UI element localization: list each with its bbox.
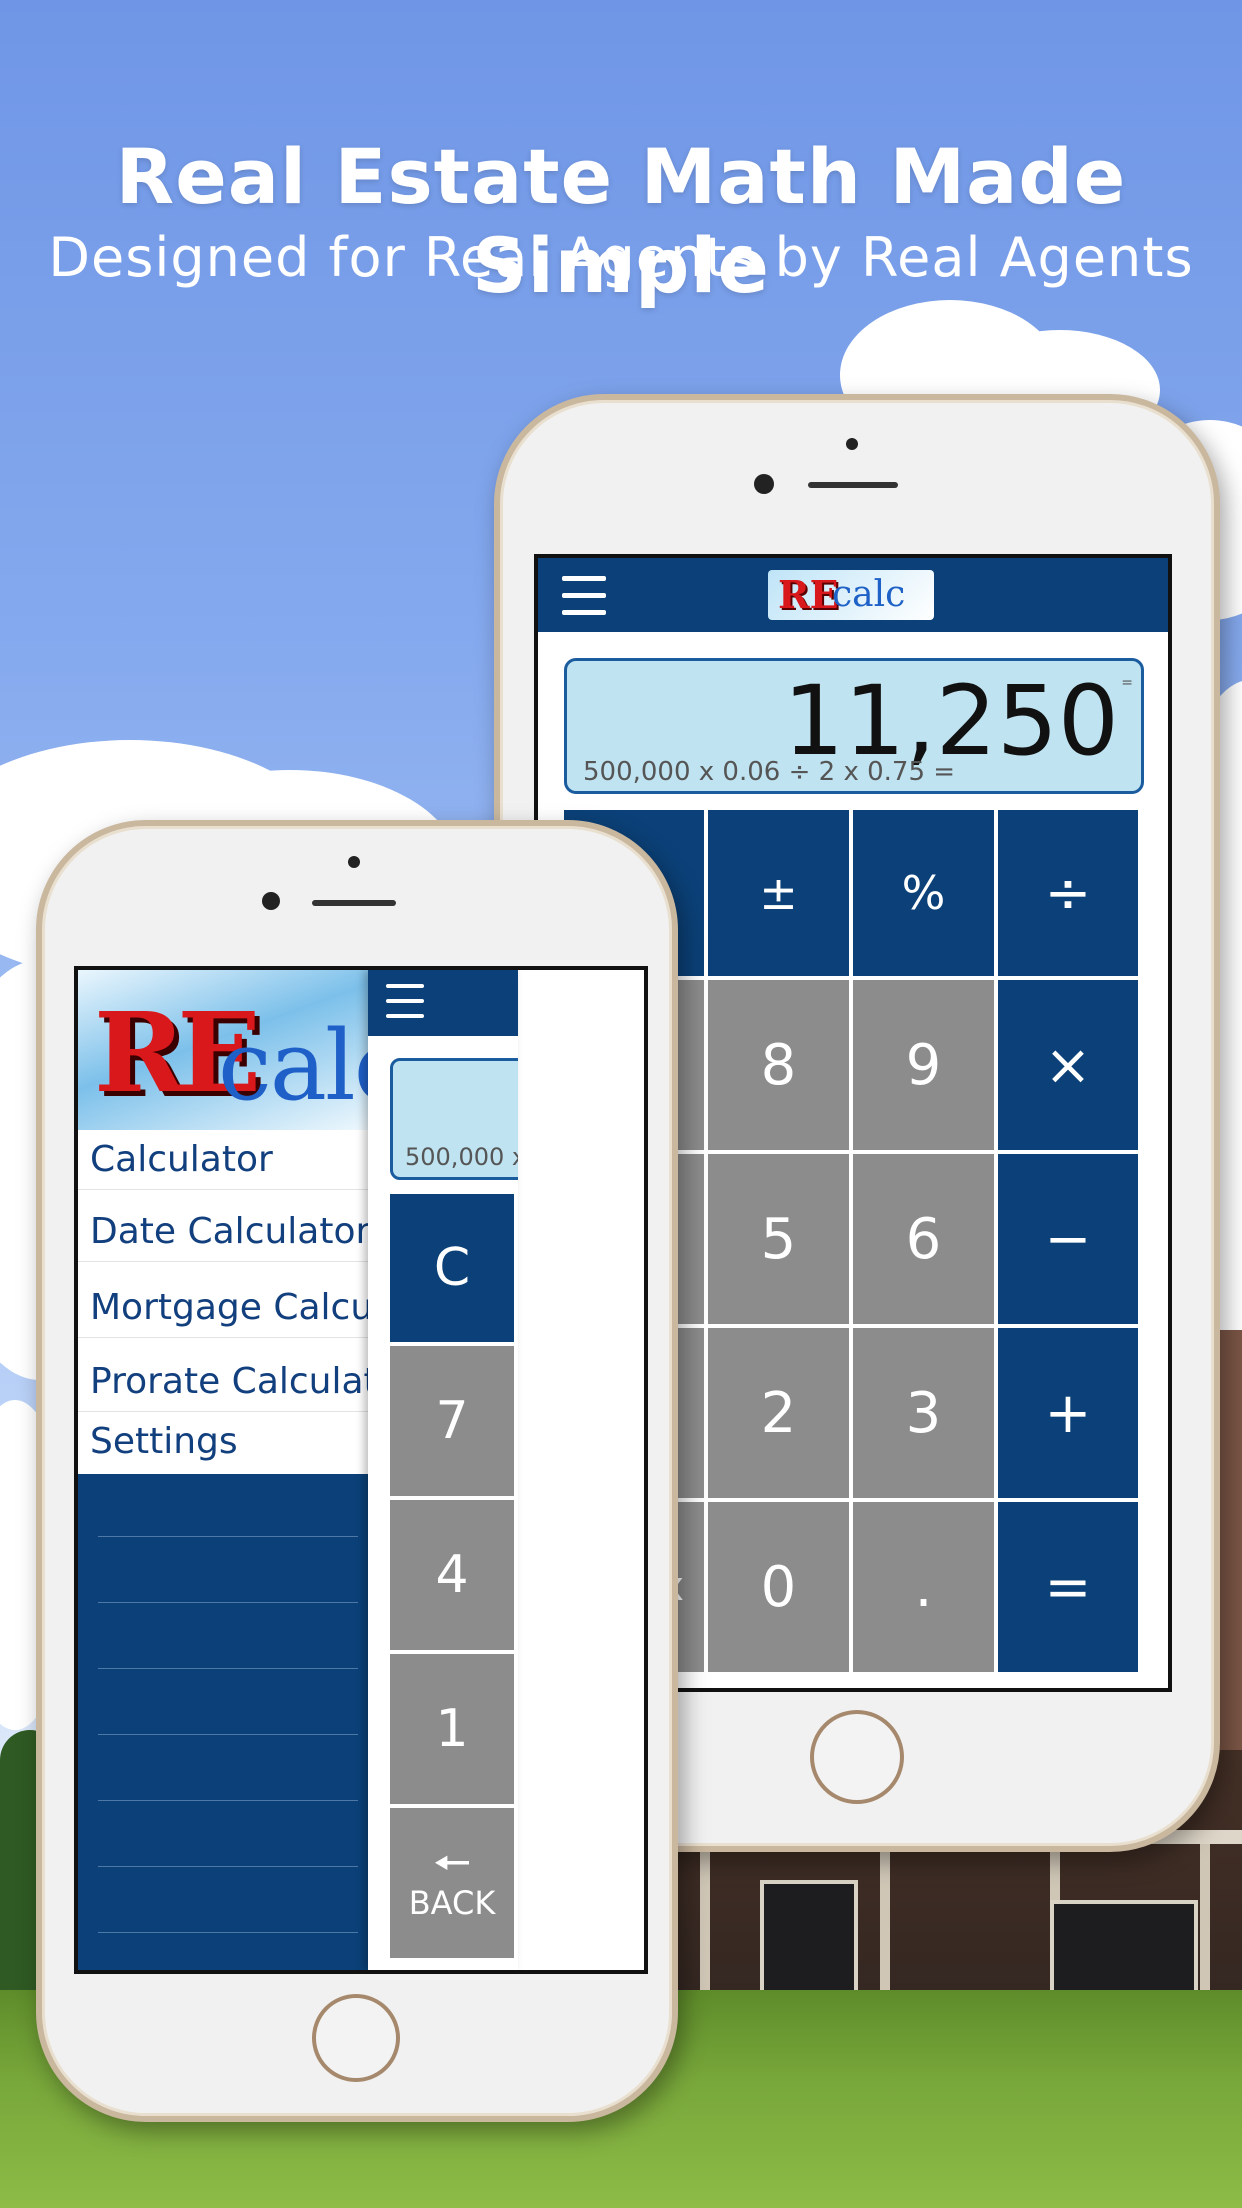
- back-label: BACK: [408, 1884, 496, 1922]
- app-header: RE calc: [538, 558, 1168, 632]
- key-7[interactable]: 7: [390, 1346, 514, 1496]
- key-4[interactable]: 4: [390, 1500, 514, 1650]
- logo-calc-text: calc: [832, 574, 906, 615]
- earpiece: [808, 482, 898, 488]
- key-back[interactable]: 🠔 BACK: [390, 1808, 514, 1958]
- home-button[interactable]: [810, 1710, 904, 1804]
- earpiece: [312, 900, 396, 906]
- key-multiply[interactable]: ×: [998, 980, 1138, 1150]
- display-expression: 500,000 x 0.06 ÷ 2 x 0.75 =: [583, 757, 956, 787]
- key-3[interactable]: 3: [853, 1328, 994, 1498]
- key-minus[interactable]: −: [998, 1154, 1138, 1324]
- sensor: [846, 438, 858, 450]
- key-divide[interactable]: ÷: [998, 810, 1138, 976]
- menu-icon[interactable]: [562, 576, 606, 616]
- key-plus[interactable]: +: [998, 1328, 1138, 1498]
- menu-item-settings[interactable]: Settings: [78, 1412, 368, 1474]
- key-percent[interactable]: %: [853, 810, 994, 976]
- front-camera: [754, 474, 774, 494]
- display-equals: =: [1121, 675, 1133, 691]
- peek-display: 500,000 x: [390, 1058, 518, 1180]
- calculator-peek-panel: 500,000 x C 7 4 1 🠔 BACK: [368, 970, 518, 1970]
- key-9[interactable]: 9: [853, 980, 994, 1150]
- menu-screen: RE calc Calculator Date Calculator Mortg…: [74, 966, 648, 1974]
- logo-calc-text: calc: [218, 1010, 368, 1122]
- peek-header: [368, 970, 518, 1036]
- recalc-logo-large: RE calc: [78, 970, 368, 1130]
- logo-re-text: RE: [778, 572, 839, 617]
- key-1[interactable]: 1: [390, 1654, 514, 1804]
- menu-item-calculator[interactable]: Calculator: [78, 1130, 368, 1190]
- menu-icon[interactable]: [386, 984, 424, 1020]
- phone-menu: RE calc Calculator Date Calculator Mortg…: [36, 820, 678, 2122]
- key-equals[interactable]: =: [998, 1502, 1138, 1672]
- home-button[interactable]: [312, 1994, 400, 2082]
- menu-item-date-calculator[interactable]: Date Calculator: [78, 1202, 370, 1262]
- key-plus-minus[interactable]: ±: [708, 810, 849, 976]
- key-2[interactable]: 2: [708, 1328, 849, 1498]
- peek-expression: 500,000 x: [405, 1143, 518, 1171]
- subheadline: Designed for Real Agents by Real Agents: [48, 226, 1194, 289]
- key-6[interactable]: 6: [853, 1154, 994, 1324]
- key-clear[interactable]: C: [390, 1194, 514, 1342]
- key-5[interactable]: 5: [708, 1154, 849, 1324]
- back-arrow-icon: 🠔: [432, 1838, 472, 1889]
- key-decimal[interactable]: .: [853, 1502, 994, 1672]
- menu-item-prorate-calculator[interactable]: Prorate Calculator: [78, 1352, 415, 1412]
- sensor: [348, 856, 360, 868]
- house-window: [760, 1880, 858, 1998]
- front-camera: [262, 892, 280, 910]
- key-0[interactable]: 0: [708, 1502, 849, 1672]
- menu-item-mortgage-calculator[interactable]: Mortgage Calculator: [78, 1278, 456, 1338]
- recalc-logo: RE calc: [768, 570, 934, 620]
- menu-empty-area: [78, 1474, 368, 1970]
- key-8[interactable]: 8: [708, 980, 849, 1150]
- calculator-display: 11,250 = 500,000 x 0.06 ÷ 2 x 0.75 =: [564, 658, 1144, 794]
